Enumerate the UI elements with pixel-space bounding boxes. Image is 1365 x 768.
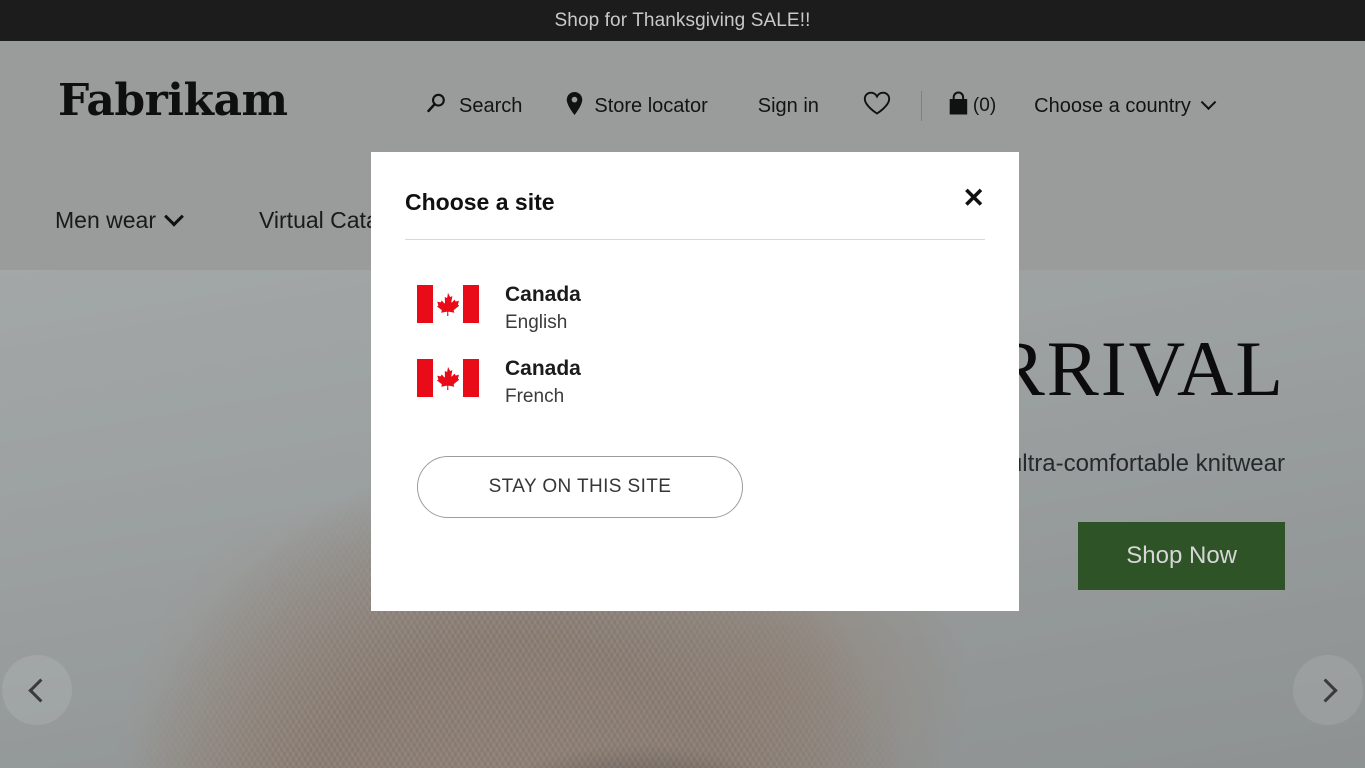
promo-banner-text: Shop for Thanksgiving SALE!! [554,9,811,31]
close-icon[interactable]: ✕ [962,184,985,212]
country-selector-label: Choose a country [1034,94,1191,117]
search-label: Search [459,94,523,117]
utility-divider [920,91,922,121]
site-country: Canada [505,356,581,380]
country-selector[interactable]: Choose a country [1006,93,1217,118]
site-list: Canada English Canada French STAY ON THI… [383,272,985,518]
nav-label: Men wear [55,207,156,233]
store-locator-button[interactable]: Store locator [544,91,729,121]
shopping-bag-icon [946,90,971,122]
site-language: English [505,312,568,334]
page-root: Shop for Thanksgiving SALE!! Fabrikam Se… [0,0,1365,768]
choose-site-modal: Choose a site ✕ Canada English Canada Fr… [371,152,1019,611]
store-locator-label: Store locator [594,94,708,117]
site-option-text: Canada French [505,355,581,411]
shop-now-button[interactable]: Shop Now [1078,522,1285,590]
site-option-canada-english[interactable]: Canada English [383,272,985,346]
site-option-text: Canada English [505,281,581,337]
search-button[interactable]: Search [425,92,544,121]
chevron-down-icon [164,206,184,227]
nav-item-men-wear[interactable]: Men wear [55,206,184,234]
modal-title: Choose a site [405,189,555,215]
chevron-left-icon [27,677,52,703]
site-country: Canada [505,283,581,306]
promo-banner[interactable]: Shop for Thanksgiving SALE!! [0,0,1365,41]
canada-flag-icon [417,285,479,323]
sign-in-link[interactable]: Sign in [730,95,847,118]
cart-button[interactable]: (0) [936,90,1006,122]
stay-on-this-site-button[interactable]: STAY ON THIS SITE [417,455,743,518]
carousel-next-button[interactable] [1293,655,1363,725]
map-pin-icon [566,91,583,121]
chevron-down-icon [1200,93,1217,110]
site-option-canada-french[interactable]: Canada French [383,346,985,420]
chevron-right-icon [1313,677,1338,703]
cart-count: (0) [972,95,997,116]
search-icon [425,92,448,121]
site-language: French [505,386,565,408]
modal-header: Choose a site ✕ [405,152,985,240]
site-logo[interactable]: Fabrikam [58,79,288,123]
canada-flag-icon [417,358,479,397]
heart-icon [863,91,891,121]
wishlist-button[interactable] [847,91,907,121]
carousel-prev-button[interactable] [2,655,72,725]
